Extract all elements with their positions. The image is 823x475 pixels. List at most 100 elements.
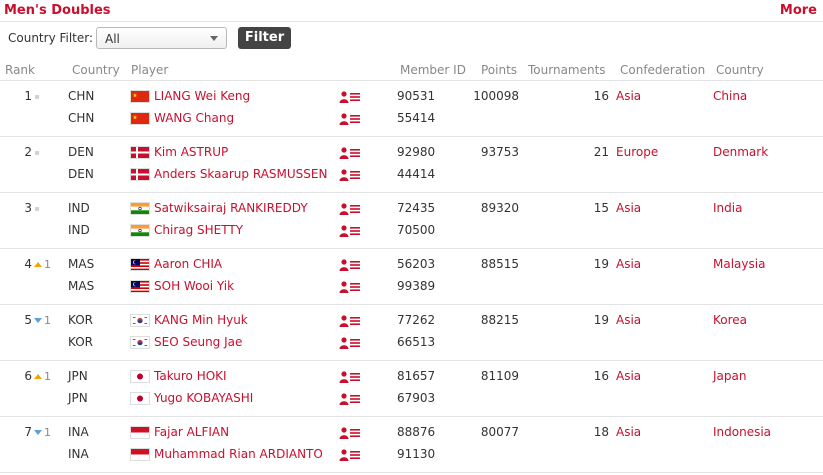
player-name-link[interactable]: LIANG Wei Keng [154,89,250,103]
section-header: Men's Doubles More [0,0,823,22]
tournaments-value: 15 [593,201,609,215]
points-value: 88215 [480,313,519,327]
player-name-link[interactable]: Satwiksairaj RANKIREDDY [154,201,308,215]
member-id: 44414 [397,167,436,181]
player-name-link[interactable]: WANG Chang [154,111,234,125]
player-country-code: DEN [68,167,94,181]
country-filter-label: Country Filter: [8,31,94,45]
more-link[interactable]: More [780,3,817,18]
col-member-id[interactable]: Member ID [400,63,466,77]
player-country-code: MAS [68,257,95,271]
confederation-link[interactable]: Asia [616,257,641,271]
country-name-link[interactable]: Malaysia [713,257,765,271]
player-name-link[interactable]: Aaron CHIA [154,257,222,271]
no-change-icon [35,207,39,211]
player-country-code: CHN [68,111,95,125]
col-confederation[interactable]: Confederation [620,63,705,77]
confederation-link[interactable]: Asia [616,369,641,383]
col-rank[interactable]: Rank [5,63,35,77]
player-name-link[interactable]: Yugo KOBAYASHI [154,391,253,405]
country-filter-value: All [105,32,120,46]
player-profile-icon[interactable] [339,371,361,383]
country-name-link[interactable]: China [713,89,747,103]
col-country[interactable]: Country [72,63,120,77]
country-name-link[interactable]: Denmark [713,145,768,159]
flag-mas-icon [130,280,150,293]
country-name-link[interactable]: Japan [713,369,746,383]
country-name-link[interactable]: India [713,201,742,215]
member-id: 91130 [397,447,436,461]
member-id: 67903 [397,391,436,405]
player-name-link[interactable]: Anders Skaarup RASMUSSEN [154,167,327,181]
flag-mas-icon [130,258,150,271]
player-country-code: KOR [68,313,93,327]
rank-up-icon [34,262,42,267]
flag-ind-icon [130,224,150,237]
player-profile-icon[interactable] [339,225,361,237]
col-points[interactable]: Points [481,63,517,77]
col-player[interactable]: Player [131,63,168,77]
player-profile-icon[interactable] [339,147,361,159]
player-profile-icon[interactable] [339,203,361,215]
no-change-icon [35,151,39,155]
player-name-link[interactable]: SEO Seung Jae [154,335,242,349]
player-profile-icon[interactable] [339,393,361,405]
player-name-link[interactable]: Fajar ALFIAN [154,425,229,439]
rank-down-icon [34,318,42,323]
player-profile-icon[interactable] [339,427,361,439]
country-filter-select[interactable]: All [96,27,227,49]
player-profile-icon[interactable] [339,169,361,181]
tournaments-value: 16 [593,369,609,383]
player-country-code: KOR [68,335,93,349]
points-value: 81109 [480,369,519,383]
player-profile-icon[interactable] [339,91,361,103]
player-name-link[interactable]: Kim ASTRUP [154,145,228,159]
player-profile-icon[interactable] [339,259,361,271]
player-country-code: JPN [68,391,88,405]
player-profile-icon[interactable] [339,315,361,327]
divider [0,472,823,473]
player-country-code: DEN [68,145,94,159]
player-name-link[interactable]: Chirag SHETTY [154,223,243,237]
player-profile-icon[interactable] [339,113,361,125]
member-id: 77262 [397,313,436,327]
confederation-link[interactable]: Asia [616,313,641,327]
player-name-link[interactable]: SOH Wooi Yik [154,279,234,293]
col-country-name[interactable]: Country [716,63,764,77]
member-id: 56203 [397,257,436,271]
country-name-link[interactable]: Indonesia [713,425,771,439]
player-name-link[interactable]: KANG Min Hyuk [154,313,248,327]
player-profile-icon[interactable] [339,337,361,349]
confederation-link[interactable]: Europe [616,145,658,159]
table-row: 1 CHN LIANG Wei Keng 90531 CHN WANG Chang 5541… [0,81,823,137]
player-country-code: INA [68,447,89,461]
table-row: 7 1 INA Fajar ALFIAN 88876 INA Muhammad Rian A… [0,417,823,473]
confederation-link[interactable]: Asia [616,201,641,215]
player-country-code: IND [68,201,90,215]
flag-jpn-icon [130,370,150,383]
table-row: 4 1 MAS Aaron CHIA 56203 MAS SOH Wooi Yik 99389… [0,249,823,305]
player-name-link[interactable]: Takuro HOKI [154,369,227,383]
player-country-code: JPN [68,369,88,383]
divider [0,21,823,22]
country-name-link[interactable]: Korea [713,313,747,327]
rank-value: 3 [24,201,32,215]
flag-ind-icon [130,202,150,215]
member-id: 72435 [397,201,436,215]
filter-bar: Country Filter: All Filter [0,26,823,52]
points-value: 100098 [473,89,519,103]
col-tournaments[interactable]: Tournaments [528,63,606,77]
player-profile-icon[interactable] [339,449,361,461]
player-name-link[interactable]: Muhammad Rian ARDIANTO [154,447,323,461]
filter-button[interactable]: Filter [238,27,291,49]
flag-den-icon [130,146,150,159]
rank-value: 5 [24,313,32,327]
member-id: 66513 [397,335,436,349]
rank-movement: 1 [44,258,51,271]
rank-movement: 1 [44,314,51,327]
player-profile-icon[interactable] [339,281,361,293]
member-id: 92980 [397,145,436,159]
confederation-link[interactable]: Asia [616,425,641,439]
rank-value: 6 [24,369,32,383]
confederation-link[interactable]: Asia [616,89,641,103]
